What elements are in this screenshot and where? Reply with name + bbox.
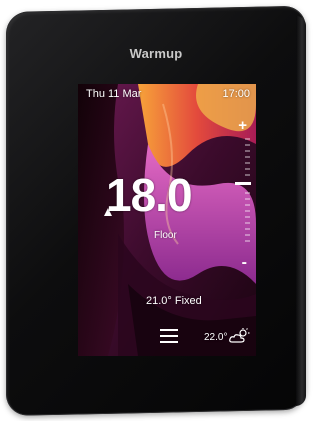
decrease-button[interactable]: - — [242, 255, 247, 271]
time-label: 17:00 — [222, 88, 250, 100]
touch-screen[interactable]: Thu 11 Mar 17:00 + - 18.0 Floor 21.0° Fi… — [78, 84, 256, 356]
menu-icon[interactable] — [160, 328, 178, 344]
weather-temperature: 22.0° — [204, 332, 228, 343]
brand-logo: Warmup — [129, 45, 183, 61]
device-edge — [296, 15, 306, 406]
date-label: Thu 11 Mar — [86, 88, 142, 100]
partly-cloudy-icon — [229, 328, 250, 343]
increase-button[interactable]: + — [238, 118, 247, 133]
program-label[interactable]: 21.0° Fixed — [146, 295, 202, 307]
temperature-slider[interactable] — [235, 137, 251, 247]
mode-label: Floor — [154, 230, 177, 241]
setpoint-temperature: 18.0 — [106, 169, 193, 221]
slider-thumb[interactable] — [235, 182, 251, 185]
